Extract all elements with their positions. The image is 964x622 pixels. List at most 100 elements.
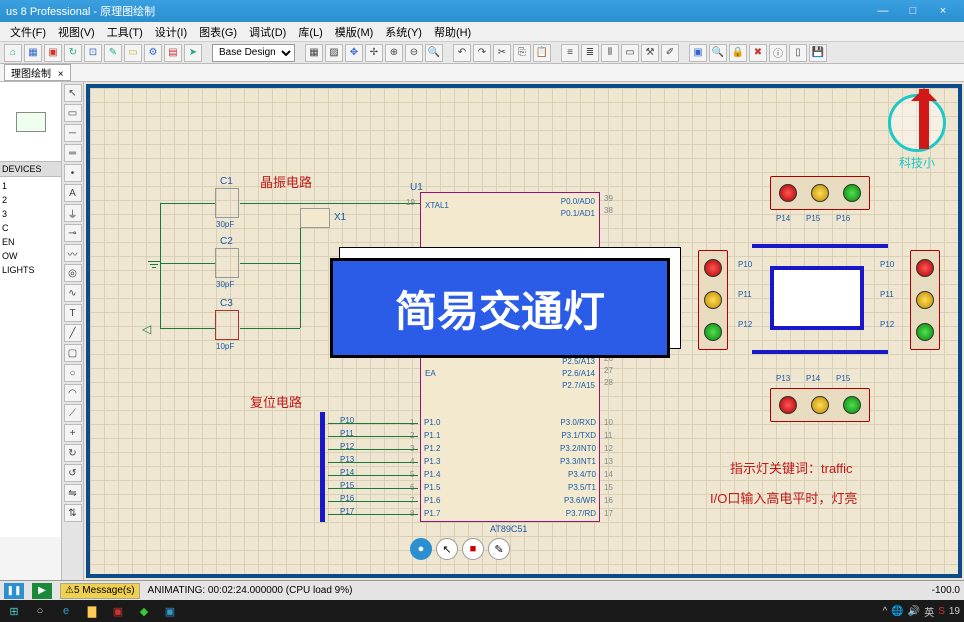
marker-tool-icon[interactable]: + <box>64 424 82 442</box>
menu-file[interactable]: 文件(F) <box>4 24 52 40</box>
menu-tools[interactable]: 工具(T) <box>101 24 149 40</box>
snap-icon[interactable]: ▨ <box>325 44 343 62</box>
flip-v-icon[interactable]: ⇅ <box>64 504 82 522</box>
minimize-button[interactable]: — <box>868 2 898 20</box>
menu-chart[interactable]: 图表(G) <box>193 24 243 40</box>
device-item[interactable]: C <box>2 221 59 235</box>
menu-design[interactable]: 设计(I) <box>149 24 193 40</box>
pause-button[interactable]: ❚❚ <box>4 583 24 599</box>
generator-tool-icon[interactable]: ∿ <box>64 284 82 302</box>
app-icon[interactable]: ▣ <box>108 602 128 620</box>
design-mode-select[interactable]: Base Design <box>212 44 295 62</box>
power-tool-icon[interactable]: ⏚ <box>64 204 82 222</box>
app3-icon[interactable]: ▣ <box>160 602 180 620</box>
crystal-x1[interactable] <box>300 208 330 228</box>
gear-icon[interactable]: ⚙ <box>144 44 162 62</box>
pcb-icon[interactable]: ▣ <box>44 44 62 62</box>
zoom-icon[interactable]: 🔍 <box>425 44 443 62</box>
tool-icon[interactable]: ✎ <box>104 44 122 62</box>
group-icon[interactable]: ▭ <box>621 44 639 62</box>
clock[interactable]: 19 <box>949 606 960 617</box>
component-tool-icon[interactable]: ▭ <box>64 104 82 122</box>
sheet-icon[interactable]: ▤ <box>164 44 182 62</box>
lock-icon[interactable]: 🔒 <box>729 44 747 62</box>
copy-icon[interactable]: ⎘ <box>513 44 531 62</box>
traffic-light-bottom[interactable] <box>770 388 870 422</box>
zoom-out-icon[interactable]: ⊖ <box>405 44 423 62</box>
search-taskbar-icon[interactable]: ○ <box>30 602 50 620</box>
device-item[interactable]: 2 <box>2 193 59 207</box>
record-button[interactable]: ● <box>410 538 432 560</box>
rotate-ccw-icon[interactable]: ↺ <box>64 464 82 482</box>
zoom-in-icon[interactable]: ⊕ <box>385 44 403 62</box>
paste-icon[interactable]: 📋 <box>533 44 551 62</box>
ime-icon[interactable]: 英 <box>924 604 934 619</box>
line-tool-icon[interactable]: ╱ <box>64 324 82 342</box>
undo-icon[interactable]: ↶ <box>453 44 471 62</box>
seven-seg-display[interactable] <box>770 266 864 330</box>
graph-tool-icon[interactable]: 〰 <box>64 244 82 262</box>
save-icon[interactable]: 💾 <box>809 44 827 62</box>
rect-tool-icon[interactable]: ▢ <box>64 344 82 362</box>
circle-tool-icon[interactable]: ○ <box>64 364 82 382</box>
schematic-tab[interactable]: 理图绘制 × <box>4 64 71 81</box>
app2-icon[interactable]: ◆ <box>134 602 154 620</box>
library-icon[interactable]: ▣ <box>689 44 707 62</box>
delete-icon[interactable]: ✖ <box>749 44 767 62</box>
menu-library[interactable]: 库(L) <box>292 24 328 40</box>
menu-template[interactable]: 模版(M) <box>329 24 380 40</box>
device-item[interactable]: 1 <box>2 179 59 193</box>
label-tool-icon[interactable]: A <box>64 184 82 202</box>
probe-tool-icon[interactable]: ◎ <box>64 264 82 282</box>
distribute-icon[interactable]: ⫴ <box>601 44 619 62</box>
menu-debug[interactable]: 调试(D) <box>243 24 292 40</box>
devices-list[interactable]: 1 2 3 C EN OW LIGHTS <box>0 177 61 537</box>
refresh-icon[interactable]: ↻ <box>64 44 82 62</box>
doc-icon[interactable]: ▯ <box>789 44 807 62</box>
align-icon[interactable]: ≡ <box>561 44 579 62</box>
move-icon[interactable]: ✥ <box>345 44 363 62</box>
pan-icon[interactable]: ✢ <box>365 44 383 62</box>
play-button[interactable]: ▶ <box>32 583 52 599</box>
start-button[interactable]: ⊞ <box>4 602 24 620</box>
select-tool-icon[interactable]: ↖ <box>64 84 82 102</box>
edge-icon[interactable]: e <box>56 602 76 620</box>
redo-icon[interactable]: ↷ <box>473 44 491 62</box>
grid-icon[interactable]: ▦ <box>305 44 323 62</box>
arrow-icon[interactable]: ➤ <box>184 44 202 62</box>
tray-icon[interactable]: ^ <box>883 606 888 617</box>
capacitor-c1[interactable] <box>215 188 239 218</box>
menu-view[interactable]: 视图(V) <box>52 24 101 40</box>
junction-tool-icon[interactable]: • <box>64 164 82 182</box>
network-icon[interactable]: 🌐 <box>891 606 903 617</box>
pin-tool-icon[interactable]: ⊸ <box>64 224 82 242</box>
search-icon[interactable]: 🔍 <box>709 44 727 62</box>
text-tool-icon[interactable]: T <box>64 304 82 322</box>
device-item[interactable]: EN <box>2 235 59 249</box>
menu-system[interactable]: 系统(Y) <box>379 24 428 40</box>
stop-record-button[interactable]: ■ <box>462 538 484 560</box>
volume-icon[interactable]: 🔊 <box>908 606 920 617</box>
tool3-icon[interactable]: ✐ <box>661 44 679 62</box>
tray-app-icon[interactable]: S <box>938 606 945 617</box>
component-icon[interactable]: ▭ <box>124 44 142 62</box>
schematic-icon[interactable]: ▦ <box>24 44 42 62</box>
close-button[interactable]: × <box>928 2 958 20</box>
menu-help[interactable]: 帮助(H) <box>428 24 477 40</box>
wire-tool-icon[interactable]: ─ <box>64 124 82 142</box>
path-tool-icon[interactable]: ⟋ <box>64 404 82 422</box>
capacitor-c3[interactable] <box>215 310 239 340</box>
rotate-cw-icon[interactable]: ↻ <box>64 444 82 462</box>
schematic-canvas[interactable]: 科技小 晶振电路 C1 30pF C2 30pF C3 10pF X1 <box>86 84 962 578</box>
align2-icon[interactable]: ≣ <box>581 44 599 62</box>
device-item[interactable]: OW <box>2 249 59 263</box>
cursor-icon[interactable]: ↖ <box>436 538 458 560</box>
device-item[interactable]: LIGHTS <box>2 263 59 277</box>
bus-tool-icon[interactable]: ═ <box>64 144 82 162</box>
info-icon[interactable]: ⓘ <box>769 44 787 62</box>
arc-tool-icon[interactable]: ◠ <box>64 384 82 402</box>
flip-h-icon[interactable]: ⇋ <box>64 484 82 502</box>
explorer-icon[interactable]: ▇ <box>82 602 102 620</box>
cut-icon[interactable]: ✂ <box>493 44 511 62</box>
device-item[interactable]: 3 <box>2 207 59 221</box>
